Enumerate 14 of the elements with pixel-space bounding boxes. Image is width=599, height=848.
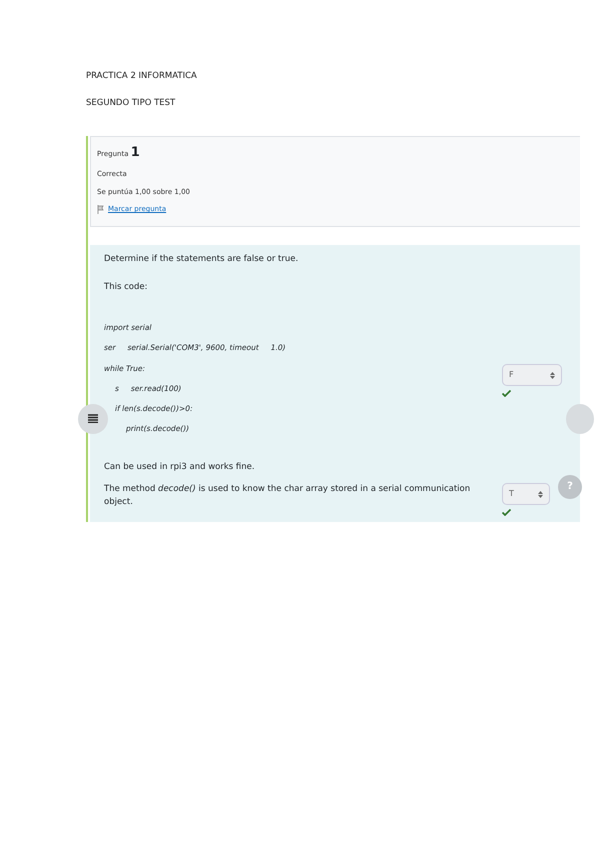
statement-text: The method decode() is used to know the char array stored in a serial communication object. [104,483,472,509]
flag-icon [97,204,104,214]
drawer-toggle-button[interactable] [78,404,108,434]
code-intro: This code: [104,281,148,294]
updown-icon [550,372,555,378]
statement-text: Can be used in rpi3 and works fine. [104,460,256,474]
document-heading: PRACTICA 2 INFORMATICA [86,70,198,83]
updown-icon [538,490,543,498]
list-icon [88,414,98,423]
answer-select[interactable]: T [502,483,550,506]
document-heading: SEGUNDO TIPO TEST [86,96,176,110]
answer-select[interactable]: F [502,364,562,386]
question-prompt: Determine if the statements are false or true. [104,252,300,266]
question-number: 1 [130,144,140,160]
